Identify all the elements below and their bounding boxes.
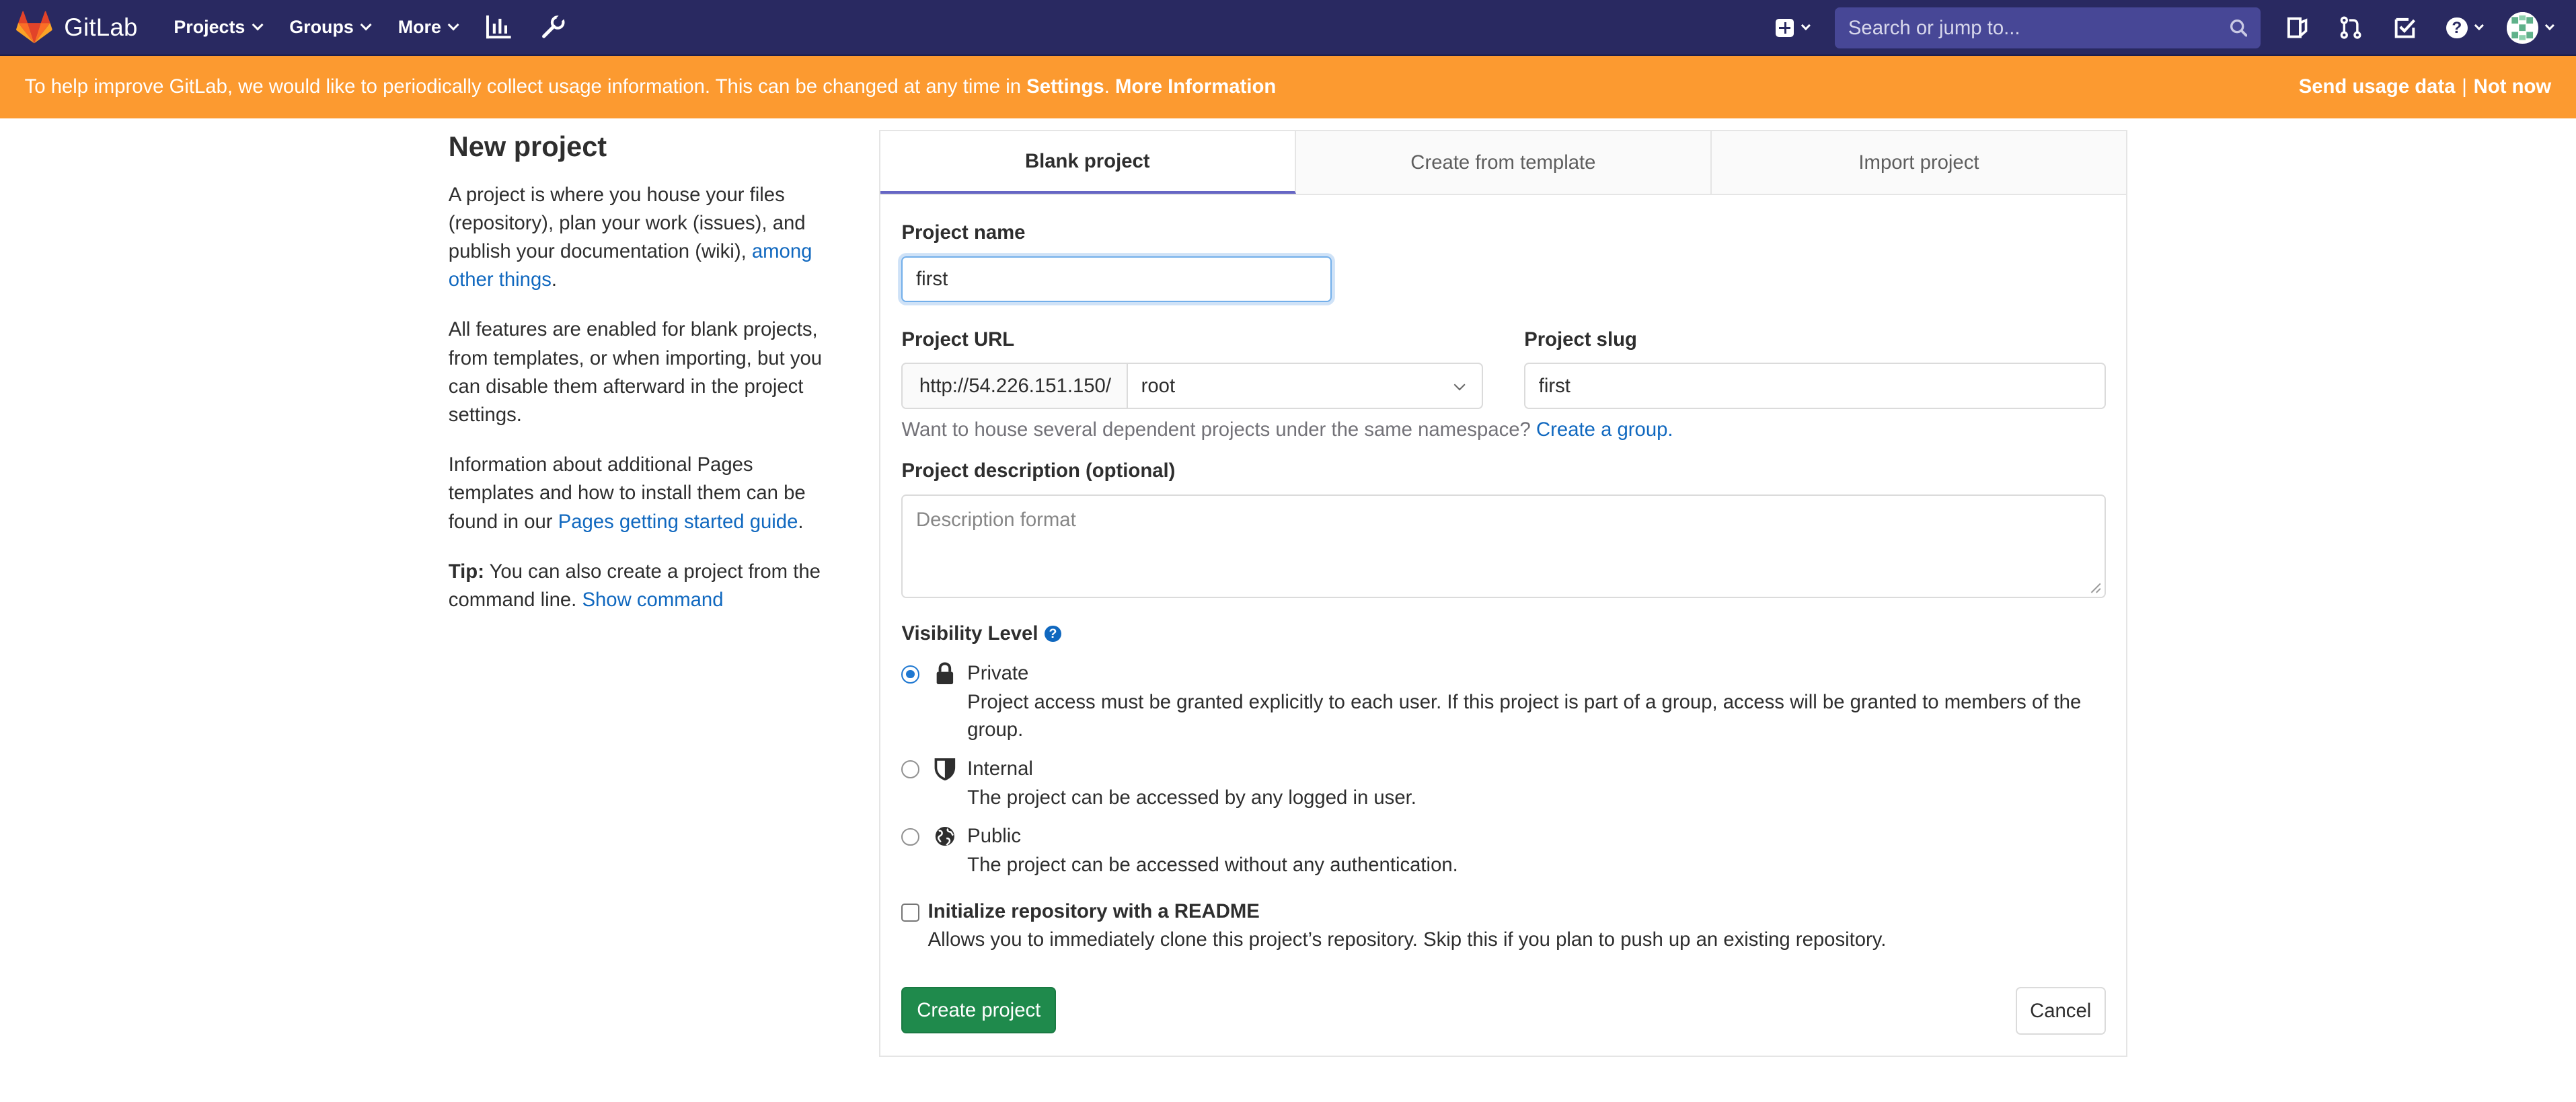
internal-description: The project can be accessed by any logge… (967, 786, 1416, 809)
help-dropdown[interactable]: ? (2446, 17, 2484, 39)
chevron-down-icon (447, 19, 459, 31)
page-title: New project (448, 130, 607, 162)
public-title: Public (967, 824, 1021, 847)
visibility-label-text: Visibility Level (901, 622, 1038, 645)
project-slug-input[interactable]: first (1524, 363, 2106, 409)
wrench-icon[interactable] (539, 14, 566, 40)
project-url-group: http://54.226.151.150/ root (901, 363, 1484, 409)
chevron-down-icon (2474, 20, 2484, 30)
user-avatar (2507, 12, 2538, 44)
readme-label: Initialize repository with a README (927, 900, 1260, 923)
project-url-prefix: http://54.226.151.150/ (901, 363, 1127, 409)
info-paragraph-1: A project is where you house your files … (449, 181, 830, 295)
banner-settings-link[interactable]: Settings (1026, 75, 1104, 98)
user-menu-dropdown[interactable] (2507, 12, 2554, 44)
private-radio[interactable] (901, 665, 920, 684)
help-icon: ? (2446, 17, 2468, 39)
info-text-end: . (798, 510, 804, 533)
chevron-down-icon (1453, 379, 1466, 391)
todo-icon[interactable] (2392, 15, 2418, 41)
tip-label: Tip: (448, 560, 484, 583)
new-item-dropdown[interactable] (1776, 19, 1811, 37)
gitlab-logo-icon (16, 11, 53, 44)
banner-separator: | (2462, 75, 2467, 98)
private-description: Project access must be granted explicitl… (967, 690, 2082, 741)
brand[interactable]: GitLab (16, 9, 137, 46)
namespace-help-text: Want to house several dependent projects… (901, 418, 1531, 441)
public-description: The project can be accessed without any … (967, 853, 1458, 876)
not-now-link[interactable]: Not now (2474, 75, 2552, 98)
chevron-down-icon (2544, 20, 2554, 30)
banner-more-info-link[interactable]: More Information (1115, 75, 1276, 98)
description-label: Project description (optional) (901, 460, 1176, 482)
nav-projects-dropdown[interactable]: Projects (174, 17, 264, 38)
project-slug-label: Project slug (1524, 328, 1637, 351)
info-paragraph-3: Information about additional Pages templ… (449, 451, 830, 536)
merge-request-icon[interactable] (2338, 15, 2364, 41)
nav-projects-label: Projects (174, 17, 245, 37)
project-url-label: Project URL (901, 328, 1015, 351)
plus-square-icon (1776, 19, 1794, 37)
nav-groups-label: Groups (289, 17, 354, 37)
pages-guide-link[interactable]: Pages getting started guide (558, 511, 798, 533)
internal-radio[interactable] (901, 760, 920, 779)
issues-icon[interactable] (2283, 15, 2310, 41)
public-radio[interactable] (901, 828, 920, 846)
question-circle-icon[interactable]: ? (1045, 626, 1061, 642)
private-title: Private (967, 661, 1029, 684)
internal-title: Internal (967, 757, 1033, 780)
chevron-down-icon (1801, 20, 1811, 30)
search-icon (2230, 20, 2248, 37)
shield-icon (934, 758, 956, 780)
project-name-label: Project name (901, 221, 1026, 244)
nav-more-label: More (397, 17, 441, 37)
create-group-link[interactable]: Create a group. (1536, 418, 1673, 441)
search-input[interactable] (1848, 16, 2230, 40)
namespace-value: root (1141, 374, 1176, 397)
project-tabs: Blank project Create from template Impor… (880, 131, 2127, 196)
chevron-down-icon (252, 19, 264, 31)
tab-blank-project[interactable]: Blank project (880, 131, 1296, 194)
brand-name: GitLab (64, 13, 138, 41)
send-usage-data-link[interactable]: Send usage data (2299, 75, 2456, 98)
lock-icon (936, 662, 954, 684)
project-name-input[interactable]: first (901, 256, 1332, 302)
readme-checkbox[interactable] (901, 903, 920, 922)
info-paragraph-2: All features are enabled for blank proje… (448, 318, 823, 427)
banner-message: To help improve GitLab, we would like to… (25, 75, 1277, 98)
cancel-button[interactable]: Cancel (2015, 987, 2106, 1035)
new-project-panel: Blank project Create from template Impor… (878, 129, 2128, 1057)
visibility-level-label: Visibility Level ? (901, 622, 1061, 645)
new-project-info: New project A project is where you house… (449, 128, 830, 636)
namespace-select[interactable]: root (1127, 363, 1484, 409)
activity-chart-icon[interactable] (486, 14, 512, 40)
tab-create-from-template[interactable]: Create from template (1295, 131, 1712, 194)
top-navbar: GitLab Projects Groups More Search or ju… (0, 0, 2576, 57)
tab-import-project[interactable]: Import project (1711, 131, 2127, 194)
nav-more-dropdown[interactable]: More (397, 17, 459, 38)
nav-groups-dropdown[interactable]: Groups (289, 17, 372, 38)
usage-ping-banner: To help improve GitLab, we would like to… (0, 56, 2576, 118)
description-placeholder: Description format (916, 509, 1076, 531)
search-box[interactable] (1835, 7, 2261, 49)
project-description-textarea[interactable]: Description format (901, 494, 2106, 598)
create-project-button[interactable]: Create project (901, 987, 1057, 1033)
readme-help: Allows you to immediately clone this pro… (927, 928, 1887, 951)
globe-icon (936, 826, 955, 846)
namespace-help: Want to house several dependent projects… (901, 418, 1673, 441)
banner-text-sep: . (1104, 75, 1116, 98)
tip-paragraph: Tip: You can also create a project from … (449, 558, 830, 615)
chevron-down-icon (360, 19, 372, 31)
info-text-end: . (551, 268, 558, 291)
banner-text: To help improve GitLab, we would like to… (24, 75, 1027, 98)
show-command-link[interactable]: Show command (582, 589, 723, 611)
resize-handle-icon[interactable] (2090, 582, 2101, 593)
